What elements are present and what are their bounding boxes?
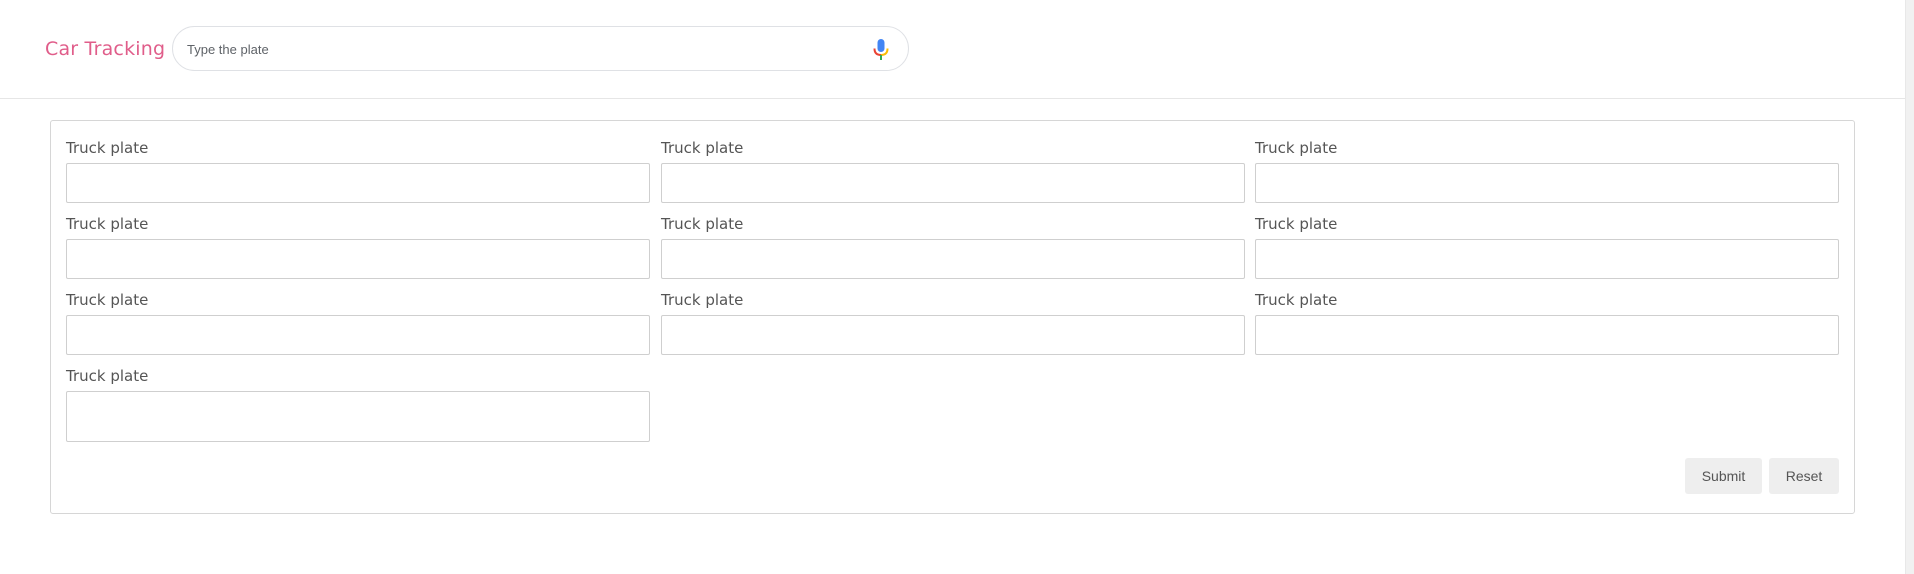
submit-button[interactable]: Submit: [1685, 458, 1762, 494]
truck-plate-field-10: Truck plate: [66, 365, 650, 442]
search-box[interactable]: [172, 26, 909, 71]
truck-plate-input-4[interactable]: [66, 239, 650, 279]
truck-plate-field-8: Truck plate: [661, 289, 1245, 355]
truck-plate-label: Truck plate: [1255, 291, 1338, 309]
truck-plate-field-6: Truck plate: [1255, 213, 1839, 279]
plate-search-input[interactable]: [187, 35, 847, 63]
truck-plate-input-10[interactable]: [66, 391, 650, 442]
truck-plate-label: Truck plate: [1255, 139, 1338, 157]
truck-plate-label: Truck plate: [66, 291, 149, 309]
truck-plate-label: Truck plate: [66, 215, 149, 233]
truck-plate-label: Truck plate: [66, 367, 149, 385]
truck-plate-field-4: Truck plate: [66, 213, 650, 279]
truck-plate-label: Truck plate: [661, 215, 744, 233]
truck-plate-field-5: Truck plate: [661, 213, 1245, 279]
truck-plate-input-6[interactable]: [1255, 239, 1839, 279]
truck-plate-input-7[interactable]: [66, 315, 650, 355]
truck-plate-input-8[interactable]: [661, 315, 1245, 355]
brand-title[interactable]: Car Tracking: [45, 38, 165, 60]
truck-plate-label: Truck plate: [66, 139, 149, 157]
page-scrollbar[interactable]: [1905, 0, 1914, 574]
truck-plate-label: Truck plate: [661, 291, 744, 309]
truck-plate-field-1: Truck plate: [66, 137, 650, 203]
truck-plate-field-3: Truck plate: [1255, 137, 1839, 203]
truck-plate-field-7: Truck plate: [66, 289, 650, 355]
truck-plate-field-9: Truck plate: [1255, 289, 1839, 355]
truck-plate-input-1[interactable]: [66, 163, 650, 203]
microphone-icon[interactable]: [872, 38, 890, 62]
truck-plates-form: Truck plate Truck plate Truck plate Truc…: [50, 120, 1855, 514]
top-bar: Car Tracking: [0, 0, 1914, 99]
truck-plate-label: Truck plate: [661, 139, 744, 157]
truck-plate-input-5[interactable]: [661, 239, 1245, 279]
truck-plate-input-3[interactable]: [1255, 163, 1839, 203]
truck-plate-field-2: Truck plate: [661, 137, 1245, 203]
truck-plate-label: Truck plate: [1255, 215, 1338, 233]
truck-plate-input-2[interactable]: [661, 163, 1245, 203]
reset-button[interactable]: Reset: [1769, 458, 1839, 494]
truck-plate-input-9[interactable]: [1255, 315, 1839, 355]
